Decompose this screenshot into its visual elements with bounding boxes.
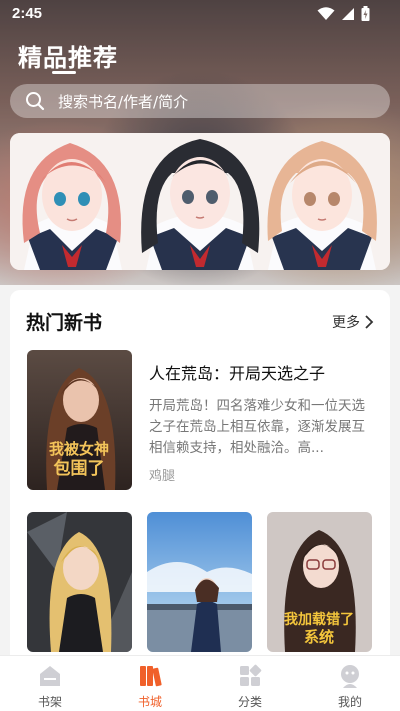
nav-item-category[interactable]: 分类 [200, 656, 300, 711]
section-title: 热门新书 [26, 312, 103, 334]
more-label: 更多 [332, 315, 360, 331]
featured-cover-title-2: 包围了 [54, 458, 105, 479]
grid-cover-art-1 [27, 512, 132, 652]
wifi-icon [317, 6, 335, 20]
featured-book-description: 开局荒岛！四名落难少女和一位天选之子在荒岛上相互依靠，逐渐发展互相信赖支持，相处… [149, 398, 365, 456]
signal-icon [342, 7, 354, 20]
grid-book-cover[interactable] [27, 512, 132, 652]
nav-label: 书城 [137, 695, 162, 709]
title-underline [52, 71, 76, 74]
status-icons [317, 6, 370, 21]
chevron-right-icon [365, 315, 374, 329]
grid-cover-art-3: 我加载错了 系统 [267, 512, 372, 652]
recommend-banner[interactable] [10, 133, 390, 270]
nav-item-bookshelf[interactable]: 书架 [0, 656, 100, 711]
nav-item-bookstore[interactable]: 书城 [100, 656, 200, 711]
grid-book-cover[interactable] [147, 512, 252, 652]
bookstore-icon [140, 666, 162, 687]
bottom-nav: 书架 书城 分类 我的 [0, 655, 400, 711]
grid-cover-art-2 [147, 512, 252, 652]
featured-book-cover[interactable]: 我被女神 包围了 [27, 350, 132, 490]
search-placeholder: 搜索书名/作者/简介 [58, 92, 189, 111]
grid-cover-title-1: 我加载错了 [284, 611, 354, 628]
featured-cover-art: 我被女神 包围了 [27, 350, 132, 490]
grid-book-cover[interactable]: 我加载错了 系统 [267, 512, 372, 652]
nav-item-profile[interactable]: 我的 [300, 656, 400, 711]
more-button[interactable]: 更多 [332, 312, 374, 332]
category-icon [240, 664, 262, 686]
search-icon [26, 92, 45, 111]
search-input[interactable]: 搜索书名/作者/简介 [10, 84, 390, 118]
grid-cover-title-2: 系统 [304, 628, 334, 646]
nav-label: 我的 [337, 695, 362, 709]
featured-book-title[interactable]: 人在荒岛：开局天选之子 [149, 360, 325, 384]
status-bar: 2:45 [0, 0, 400, 28]
nav-label: 书架 [37, 695, 62, 709]
banner-illustration [10, 133, 390, 270]
status-time: 2:45 [12, 5, 43, 22]
profile-icon [341, 665, 359, 688]
featured-book-author: 鸡腿 [149, 469, 176, 484]
bookshelf-icon [40, 666, 60, 686]
featured-cover-title-1: 我被女神 [49, 440, 109, 458]
nav-label: 分类 [237, 695, 262, 709]
page-title: 精品推荐 [18, 44, 118, 72]
battery-icon [361, 6, 370, 21]
hot-new-books-section: 热门新书 更多 我被女神 包围了 人在荒岛：开局天选之子 开局荒岛！四名落难少女… [10, 290, 390, 670]
